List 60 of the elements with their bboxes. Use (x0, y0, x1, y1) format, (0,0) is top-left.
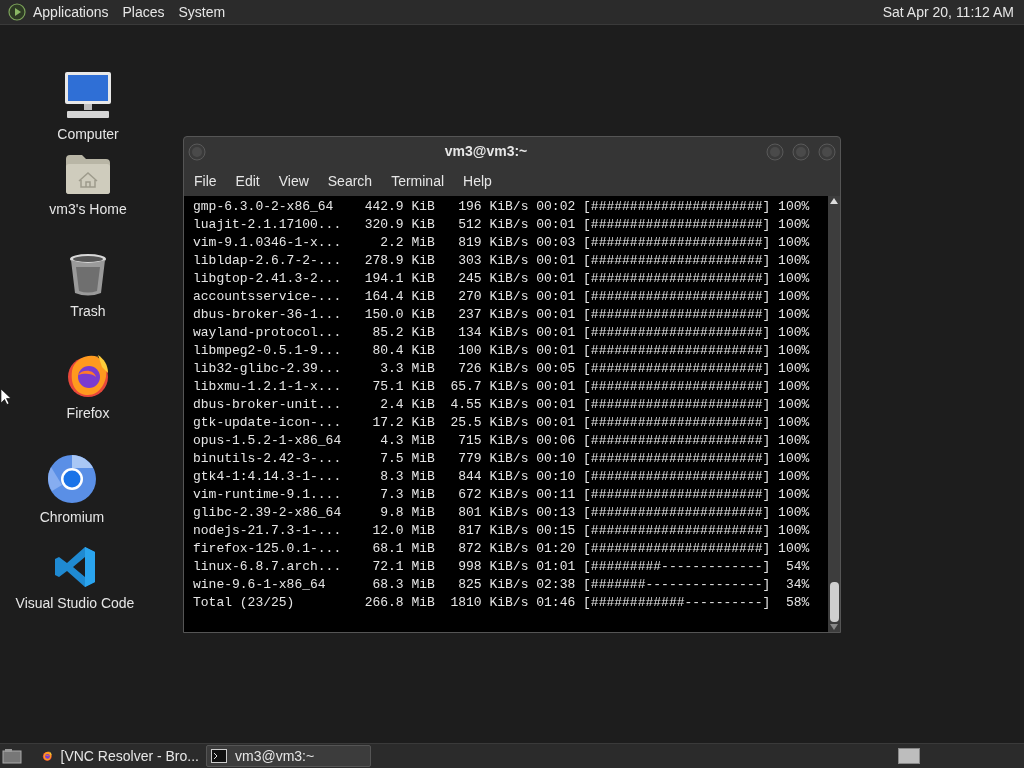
terminal-line: lib32-glibc-2.39... 3.3 MiB 726 KiB/s 00:05 [######################] 100% (193, 360, 810, 378)
menu-item[interactable]: Terminal (391, 170, 445, 192)
window-control-icon[interactable] (766, 142, 784, 161)
panel-menu[interactable]: Applications (33, 1, 109, 23)
show-desktop-icon[interactable] (2, 748, 22, 764)
taskbar-button[interactable]: vm3@vm3:~ (206, 745, 371, 767)
terminal-line: libldap-2.6.7-2-... 278.9 KiB 303 KiB/s 00:01 [######################] 100% (193, 252, 810, 270)
desktop-icon-label[interactable]: Trash (70, 301, 106, 322)
workspace-switcher[interactable] (898, 748, 920, 764)
window-control-icon[interactable] (792, 142, 810, 161)
terminal-line: dbus-broker-unit... 2.4 KiB 4.55 KiB/s 00:01 [######################] 100% (193, 396, 810, 414)
scroll-down-icon[interactable] (830, 624, 838, 630)
terminal-line: wayland-protocol... 85.2 KiB 134 KiB/s 00:01 [######################] 100% (193, 324, 810, 342)
terminal-line: libgtop-2.41.3-2... 194.1 KiB 245 KiB/s 00:01 [######################] 100% (193, 270, 810, 288)
terminal-line: gtk4-1:4.14.3-1-... 8.3 MiB 844 KiB/s 00:10 [######################] 100% (193, 468, 810, 486)
terminal-line: firefox-125.0.1-... 68.1 MiB 872 KiB/s 01:20 [######################] 100% (193, 540, 810, 558)
desktop-icon-label[interactable]: Visual Studio Code (15, 593, 135, 614)
menu-item[interactable]: Help (463, 170, 492, 192)
terminal-line: luajit-2.1.17100... 320.9 KiB 512 KiB/s 00:01 [######################] 100% (193, 216, 810, 234)
terminal-line: gmp-6.3.0-2-x86_64 442.9 KiB 196 KiB/s 00:02 [######################] 100% (193, 198, 810, 216)
chromium-icon (48, 455, 96, 503)
desktop-icon-label[interactable]: vm3's Home (49, 199, 127, 220)
menu-logo-icon[interactable] (8, 3, 26, 21)
desktop-icon-label[interactable]: Firefox (66, 403, 110, 424)
menu-item[interactable]: View (278, 170, 309, 192)
panel-menu[interactable]: System (178, 1, 226, 23)
terminal-line: dbus-broker-36-1... 150.0 KiB 237 KiB/s 00:01 [######################] 100% (193, 306, 810, 324)
scrollbar-thumb[interactable] (829, 582, 839, 622)
desktop-icon-label[interactable]: Computer (57, 124, 119, 145)
window-control-icon[interactable] (188, 142, 206, 161)
terminal-icon (211, 749, 227, 763)
menu-item[interactable]: File (194, 170, 217, 192)
terminal-line: vim-9.1.0346-1-x... 2.2 MiB 819 KiB/s 00:03 [######################] 100% (193, 234, 810, 252)
terminal-line: libxmu-1.2.1-1-x... 75.1 KiB 65.7 KiB/s 00:01 [######################] 100% (193, 378, 810, 396)
mouse-pointer-icon (1, 389, 11, 405)
window-control-icon[interactable] (818, 142, 836, 161)
terminal-line: libmpeg2-0.5.1-9... 80.4 KiB 100 KiB/s 00:01 [######################] 100% (193, 342, 810, 360)
terminal-line: wine-9.6-1-x86_64 68.3 MiB 825 KiB/s 02:38 [#######---------------] 34% (193, 576, 810, 594)
terminal-line: vim-runtime-9.1.... 7.3 MiB 672 KiB/s 00:11 [######################] 100% (193, 486, 810, 504)
panel-menu[interactable]: Places (122, 1, 165, 23)
terminal-line: binutils-2.42-3-... 7.5 MiB 779 KiB/s 00:10 [######################] 100% (193, 450, 810, 468)
terminal-line: glibc-2.39-2-x86_64 9.8 MiB 801 KiB/s 00:13 [######################] 100% (193, 504, 810, 522)
vscode-icon (53, 545, 97, 589)
desktop-icon-label[interactable]: Chromium (39, 507, 105, 528)
window-title: vm3@vm3:~ (444, 142, 528, 161)
computer-icon (63, 70, 113, 120)
home-folder-icon (65, 153, 111, 195)
terminal-line: gtk-update-icon-... 17.2 KiB 25.5 KiB/s 00:01 [######################] 100% (193, 414, 810, 432)
terminal-line: accountsservice-... 164.4 KiB 270 KiB/s 00:01 [######################] 100% (193, 288, 810, 306)
terminal-line: linux-6.8.7.arch... 72.1 MiB 998 KiB/s 01:01 [#########-------------] 54% (193, 558, 810, 576)
scroll-up-icon[interactable] (830, 198, 838, 204)
terminal-line: opus-1.5.2-1-x86_64 4.3 MiB 715 KiB/s 00:06 [######################] 100% (193, 432, 810, 450)
clock[interactable]: Sat Apr 20, 11:12 AM (882, 1, 1014, 23)
menu-item[interactable]: Edit (235, 170, 260, 192)
trash-icon (68, 253, 108, 297)
terminal-line: Total (23/25) 266.8 MiB 1810 KiB/s 01:46 [############----------] 58% (193, 594, 810, 612)
menu-item[interactable]: Search (327, 170, 373, 192)
terminal-line: nodejs-21.7.3-1-... 12.0 MiB 817 KiB/s 00:15 [######################] 100% (193, 522, 810, 540)
scrollbar[interactable] (828, 196, 840, 632)
taskbar-button[interactable]: [VNC Resolver - Bro... (38, 745, 203, 767)
